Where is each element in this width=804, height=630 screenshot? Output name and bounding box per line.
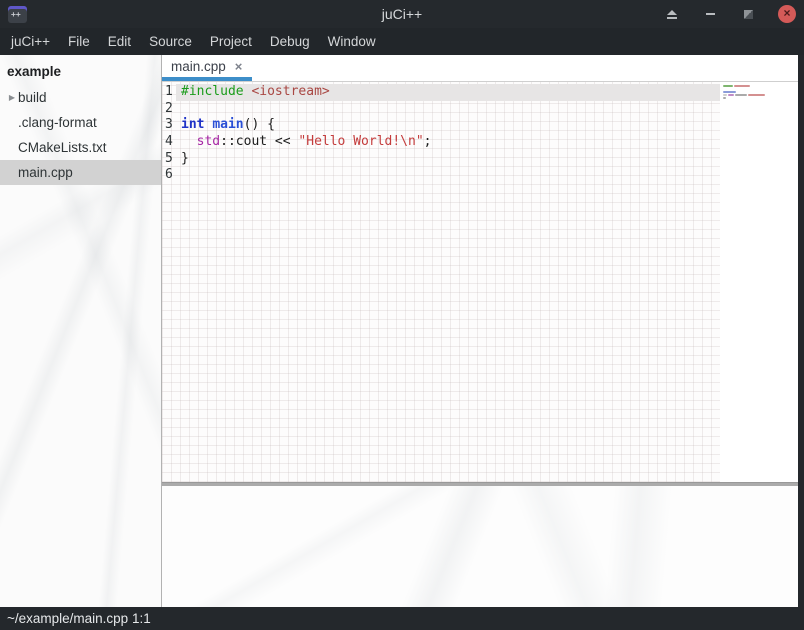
tree-item-cmakelists-txt[interactable]: CMakeLists.txt — [0, 135, 161, 160]
titlebar[interactable]: ++ juCi++ × — [0, 0, 804, 28]
expander-arrow-icon[interactable]: ▶ — [0, 93, 18, 102]
tab-close-icon[interactable]: × — [235, 60, 243, 73]
code-line[interactable]: 1#include <iostream> — [162, 84, 720, 101]
line-number: 5 — [162, 151, 176, 168]
code-line[interactable]: 3int main() { — [162, 117, 720, 134]
minimap-line — [723, 85, 794, 87]
minimap-line — [723, 91, 794, 93]
shade-button[interactable] — [664, 6, 680, 22]
code-text: #include <iostream> — [176, 84, 720, 101]
close-button[interactable]: × — [778, 5, 796, 23]
menu-item-debug[interactable]: Debug — [261, 30, 319, 53]
statusbar: ~/example/main.cpp 1:1 — [0, 607, 804, 630]
tree-item-clang-format[interactable]: .clang-format — [0, 110, 161, 135]
tree-item-label: main.cpp — [18, 165, 73, 180]
code-text: int main() { — [176, 117, 720, 134]
app-logo-text: ++ — [11, 10, 21, 19]
app-logo-icon: ++ — [8, 6, 27, 23]
app-window: ++ juCi++ × juCi++FileEditSourceProjectD… — [0, 0, 804, 630]
minimap-line — [723, 97, 794, 99]
menu-item-juci[interactable]: juCi++ — [2, 30, 59, 53]
tree-item-build[interactable]: ▶build — [0, 85, 161, 110]
line-number: 3 — [162, 117, 176, 134]
tree-item-label: CMakeLists.txt — [18, 140, 107, 155]
terminal-pane[interactable] — [162, 486, 798, 607]
tree-item-label: .clang-format — [18, 115, 97, 130]
minimize-button[interactable] — [702, 6, 718, 22]
editor: 1#include <iostream>23int main() {4 std:… — [162, 82, 798, 482]
editor-pane: main.cpp × 1#include <iostream>23int main… — [162, 55, 798, 607]
line-number: 6 — [162, 167, 176, 184]
code-text — [176, 101, 720, 118]
line-number: 1 — [162, 84, 176, 101]
minimap-line — [723, 94, 794, 96]
status-file-position: ~/example/main.cpp 1:1 — [7, 611, 151, 626]
code-area[interactable]: 1#include <iostream>23int main() {4 std:… — [162, 82, 720, 482]
window-right-border — [798, 55, 804, 607]
code-line[interactable]: 6 — [162, 167, 720, 184]
tree-item-label: build — [18, 90, 47, 105]
restore-icon — [744, 10, 753, 19]
line-number: 4 — [162, 134, 176, 151]
window-controls: × — [664, 5, 796, 23]
minimize-icon — [706, 13, 715, 15]
menu-item-project[interactable]: Project — [201, 30, 261, 53]
code-text: } — [176, 151, 720, 168]
tabbar: main.cpp × — [162, 55, 798, 82]
tree-item-main-cpp[interactable]: main.cpp — [0, 160, 161, 185]
eject-icon — [667, 10, 677, 19]
menu-item-window[interactable]: Window — [319, 30, 385, 53]
restore-button[interactable] — [740, 6, 756, 22]
file-tree: example ▶build .clang-format CMakeLists.tx… — [0, 55, 162, 607]
tree-root-folder[interactable]: example — [0, 60, 161, 85]
tab-label: main.cpp — [171, 59, 226, 74]
line-number: 2 — [162, 101, 176, 118]
menu-item-source[interactable]: Source — [140, 30, 201, 53]
code-line[interactable]: 4 std::cout << "Hello World!\n"; — [162, 134, 720, 151]
code-line[interactable]: 5} — [162, 151, 720, 168]
menu-item-edit[interactable]: Edit — [99, 30, 140, 53]
code-text: std::cout << "Hello World!\n"; — [176, 134, 720, 151]
menubar: juCi++FileEditSourceProjectDebugWindow — [0, 28, 804, 55]
code-text — [176, 167, 720, 184]
tab-main-cpp[interactable]: main.cpp × — [162, 55, 252, 81]
minimap[interactable] — [720, 82, 798, 482]
menu-item-file[interactable]: File — [59, 30, 99, 53]
minimap-line — [723, 88, 794, 90]
code-line[interactable]: 2 — [162, 101, 720, 118]
content-area: example ▶build .clang-format CMakeLists.tx… — [0, 55, 804, 607]
